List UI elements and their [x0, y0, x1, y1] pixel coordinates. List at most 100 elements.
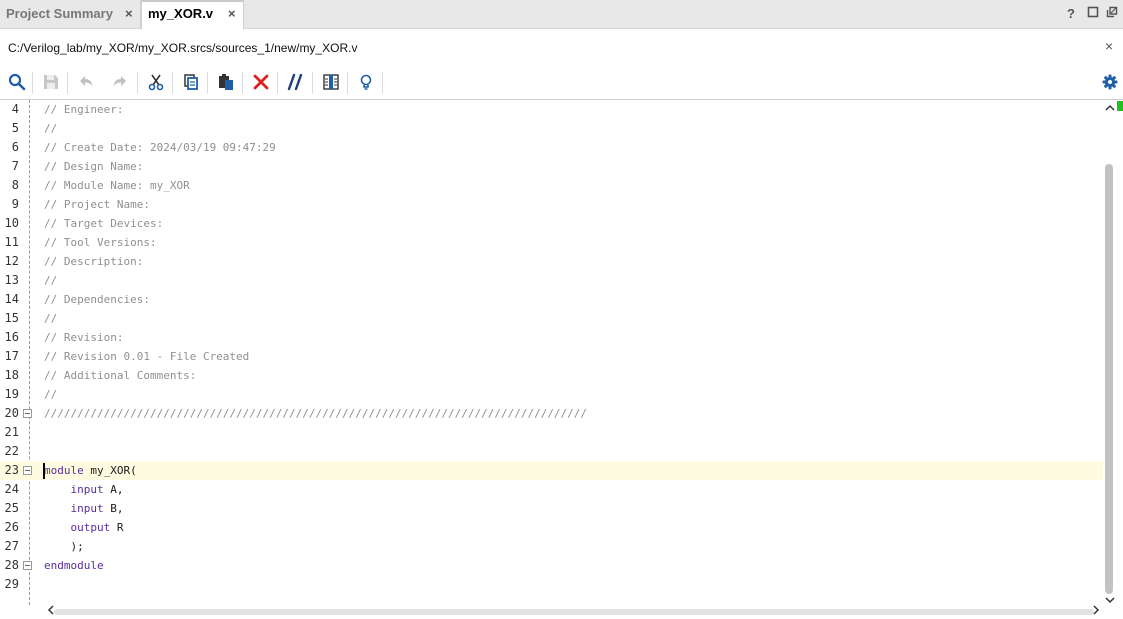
editor-tab-bar: Project Summary × my_XOR.v × ?	[0, 0, 1123, 30]
keyword: output	[70, 521, 111, 534]
code-text: //	[44, 274, 58, 287]
scrollbar-thumb[interactable]	[54, 609, 1094, 615]
code-line: 25 input B,	[0, 499, 1103, 518]
code-text: input B,	[44, 499, 124, 518]
paste-icon[interactable]	[216, 72, 236, 92]
code-line: 12 // Description:	[0, 252, 1103, 271]
status-marker	[1117, 101, 1123, 111]
line-number: 20	[4, 406, 19, 420]
search-icon[interactable]	[7, 72, 27, 92]
keyword: endmodule	[44, 559, 104, 572]
gear-icon[interactable]	[1100, 72, 1120, 92]
close-icon[interactable]: ×	[228, 0, 236, 27]
code-text: );	[44, 537, 84, 556]
code-text: endmodule	[44, 556, 104, 575]
code-text: // Design Name:	[44, 160, 144, 173]
toolbar-divider	[32, 72, 33, 94]
code-line: 24 input A,	[0, 480, 1103, 499]
comment-icon[interactable]	[286, 72, 306, 92]
code-rest: my_XOR(	[83, 464, 137, 477]
scrollbar-thumb[interactable]	[1105, 164, 1113, 594]
code-text: // Target Devices:	[44, 217, 164, 230]
tab-my-xor-v[interactable]: my_XOR.v ×	[141, 0, 244, 30]
delete-icon[interactable]	[251, 72, 271, 92]
scroll-right-icon[interactable]	[1091, 604, 1101, 619]
code-text: module my_XOR(	[44, 461, 137, 480]
scroll-up-icon[interactable]	[1104, 102, 1116, 116]
redo-icon[interactable]	[110, 72, 130, 92]
code-text: // Description:	[44, 255, 144, 268]
vertical-scrollbar[interactable]	[1103, 100, 1117, 606]
column-select-icon[interactable]	[321, 72, 341, 92]
code-text: // Dependencies:	[44, 293, 150, 306]
close-icon[interactable]: ×	[1105, 38, 1113, 54]
save-icon[interactable]	[41, 72, 61, 92]
code-line: 20 /////////////////////////////////////…	[0, 404, 1103, 423]
code-rest: B,	[103, 502, 124, 515]
line-number: 16	[4, 330, 19, 344]
code-line: 11 // Tool Versions:	[0, 233, 1103, 252]
keyword: input	[70, 483, 104, 496]
line-number: 9	[11, 197, 19, 211]
code-line: 9 // Project Name:	[0, 195, 1103, 214]
keyword: input	[70, 502, 104, 515]
line-number: 14	[4, 292, 19, 306]
line-number: 17	[4, 349, 19, 363]
horizontal-scrollbar[interactable]	[40, 604, 1103, 619]
line-number: 4	[11, 102, 19, 116]
line-number: 15	[4, 311, 19, 325]
line-number: 23	[4, 463, 19, 477]
undo-icon[interactable]	[76, 72, 96, 92]
copy-icon[interactable]	[181, 72, 201, 92]
code-text: // Create Date: 2024/03/19 09:47:29	[44, 141, 276, 154]
code-line: 6 // Create Date: 2024/03/19 09:47:29	[0, 138, 1103, 157]
code-text: ////////////////////////////////////////…	[44, 407, 588, 420]
fold-toggle-icon[interactable]	[23, 466, 32, 475]
code-text: //	[44, 388, 58, 401]
code-line-current: 23 module my_XOR(	[0, 461, 1103, 480]
toolbar-divider	[277, 72, 278, 94]
code-text: // Revision 0.01 - File Created	[44, 350, 250, 363]
toolbar-divider	[382, 72, 383, 94]
line-number: 13	[4, 273, 19, 287]
code-text: // Engineer:	[44, 103, 124, 116]
tab-label: my_XOR.v	[148, 6, 214, 21]
tab-label: Project Summary	[6, 6, 113, 21]
line-number: 27	[4, 539, 19, 553]
code-line: 29	[0, 575, 1103, 594]
code-line: 19 //	[0, 385, 1103, 404]
lightbulb-icon[interactable]	[356, 72, 376, 92]
toolbar-divider	[207, 72, 208, 94]
editor-toolbar	[0, 65, 1123, 100]
code-text: output R	[44, 518, 124, 537]
code-line: 10 // Target Devices:	[0, 214, 1103, 233]
maximize-icon[interactable]	[1087, 6, 1099, 21]
fold-toggle-icon[interactable]	[23, 409, 32, 418]
code-editor[interactable]: 4 // Engineer: 5 // 6 // Create Date: 20…	[0, 100, 1103, 606]
close-icon[interactable]: ×	[125, 0, 133, 27]
line-number: 25	[4, 501, 19, 515]
line-number: 7	[11, 159, 19, 173]
line-number: 10	[4, 216, 19, 230]
code-line: 22	[0, 442, 1103, 461]
code-line: 13 //	[0, 271, 1103, 290]
toolbar-divider	[312, 72, 313, 94]
code-text: input A,	[44, 480, 124, 499]
line-number: 11	[4, 235, 19, 249]
line-number: 29	[4, 577, 19, 591]
scroll-down-icon[interactable]	[1104, 594, 1116, 608]
code-rest: A,	[103, 483, 124, 496]
toolbar-divider	[137, 72, 138, 94]
code-line: 8 // Module Name: my_XOR	[0, 176, 1103, 195]
file-path-bar: C:/Verilog_lab/my_XOR/my_XOR.srcs/source…	[0, 29, 1123, 65]
tab-project-summary[interactable]: Project Summary ×	[0, 0, 141, 29]
help-icon[interactable]: ?	[1067, 6, 1075, 21]
line-number: 8	[11, 178, 19, 192]
code-line: 14 // Dependencies:	[0, 290, 1103, 309]
cut-icon[interactable]	[146, 72, 166, 92]
fold-toggle-icon[interactable]	[23, 561, 32, 570]
code-line: 16 // Revision:	[0, 328, 1103, 347]
restore-icon[interactable]	[1106, 6, 1118, 21]
